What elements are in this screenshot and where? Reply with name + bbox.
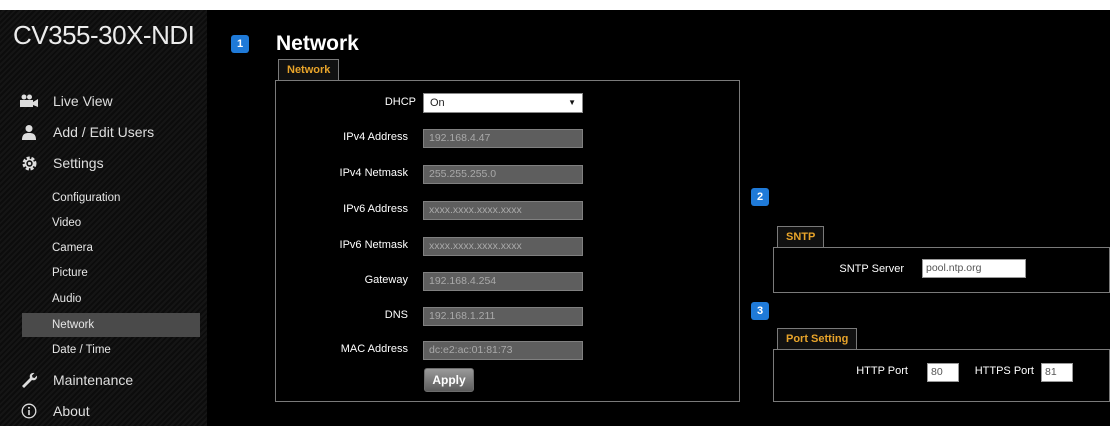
- https-port-field[interactable]: 81: [1041, 363, 1073, 382]
- settings-item-network[interactable]: Network: [22, 313, 200, 337]
- gateway-field[interactable]: 192.168.4.254: [423, 272, 583, 291]
- ipv6-address-label: IPv6 Address: [343, 203, 408, 215]
- tab-port-setting[interactable]: Port Setting: [777, 328, 858, 350]
- video-camera-icon: [18, 91, 40, 111]
- dns-field[interactable]: 192.168.1.211: [423, 307, 583, 326]
- https-port-label: HTTPS Port: [974, 365, 1034, 377]
- device-model-title: CV355-30X-NDI: [13, 20, 195, 50]
- settings-item-configuration[interactable]: Configuration: [22, 186, 200, 210]
- ipv6-netmask-field[interactable]: xxxx.xxxx.xxxx.xxxx: [423, 237, 583, 256]
- ipv4-address-field[interactable]: 192.168.4.47: [423, 129, 583, 148]
- dhcp-label: DHCP: [384, 96, 416, 108]
- nav-add-edit-users[interactable]: Add / Edit Users: [18, 120, 154, 144]
- ipv4-address-label: IPv4 Address: [343, 131, 408, 143]
- wrench-icon: [18, 370, 40, 390]
- sntp-server-field[interactable]: pool.ntp.org: [922, 259, 1026, 278]
- dns-label: DNS: [384, 309, 408, 321]
- callout-badge-1: 1: [231, 35, 249, 53]
- callout-badge-3: 3: [751, 302, 769, 320]
- mac-address-label: MAC Address: [340, 343, 408, 355]
- nav-maintenance[interactable]: Maintenance: [18, 368, 133, 392]
- tab-network[interactable]: Network: [278, 59, 340, 81]
- settings-item-date-time[interactable]: Date / Time: [22, 338, 200, 362]
- dhcp-select-value: On: [430, 97, 445, 109]
- settings-item-camera[interactable]: Camera: [22, 236, 200, 260]
- nav-maintenance-label: Maintenance: [53, 372, 134, 388]
- mac-address-field: dc:e2:ac:01:81:73: [423, 341, 583, 360]
- dropdown-arrow-icon: ▼: [568, 98, 576, 107]
- tab-sntp[interactable]: SNTP: [777, 226, 825, 248]
- callout-badge-2: 2: [751, 188, 769, 206]
- gateway-label: Gateway: [364, 274, 408, 286]
- nav-live-view-label: Live View: [53, 93, 113, 109]
- sntp-server-label: SNTP Server: [839, 263, 904, 275]
- settings-item-audio[interactable]: Audio: [22, 287, 200, 311]
- ipv6-address-field[interactable]: xxxx.xxxx.xxxx.xxxx: [423, 201, 583, 220]
- web-ui-screen: CV355-30X-NDI Live View Add / Edit Users…: [0, 10, 1110, 426]
- page-title: Network: [276, 32, 359, 55]
- nav-add-edit-users-label: Add / Edit Users: [53, 124, 155, 140]
- nav-settings-label: Settings: [53, 155, 104, 171]
- nav-live-view[interactable]: Live View: [18, 89, 113, 113]
- nav-about[interactable]: About: [18, 399, 90, 423]
- nav-about-label: About: [53, 403, 90, 419]
- sidebar: CV355-30X-NDI Live View Add / Edit Users…: [0, 10, 207, 426]
- info-icon: [18, 401, 40, 421]
- user-icon: [18, 122, 40, 142]
- nav-settings[interactable]: Settings: [18, 151, 104, 175]
- http-port-field[interactable]: 80: [927, 363, 959, 382]
- ipv4-netmask-label: IPv4 Netmask: [339, 167, 408, 179]
- settings-item-picture[interactable]: Picture: [22, 261, 200, 285]
- ipv4-netmask-field[interactable]: 255.255.255.0: [423, 165, 583, 184]
- settings-item-video[interactable]: Video: [22, 211, 200, 235]
- apply-button[interactable]: Apply: [424, 368, 474, 392]
- ipv6-netmask-label: IPv6 Netmask: [339, 239, 408, 251]
- http-port-label: HTTP Port: [856, 365, 908, 377]
- dhcp-select[interactable]: On ▼: [423, 93, 583, 113]
- gear-icon: [18, 153, 40, 173]
